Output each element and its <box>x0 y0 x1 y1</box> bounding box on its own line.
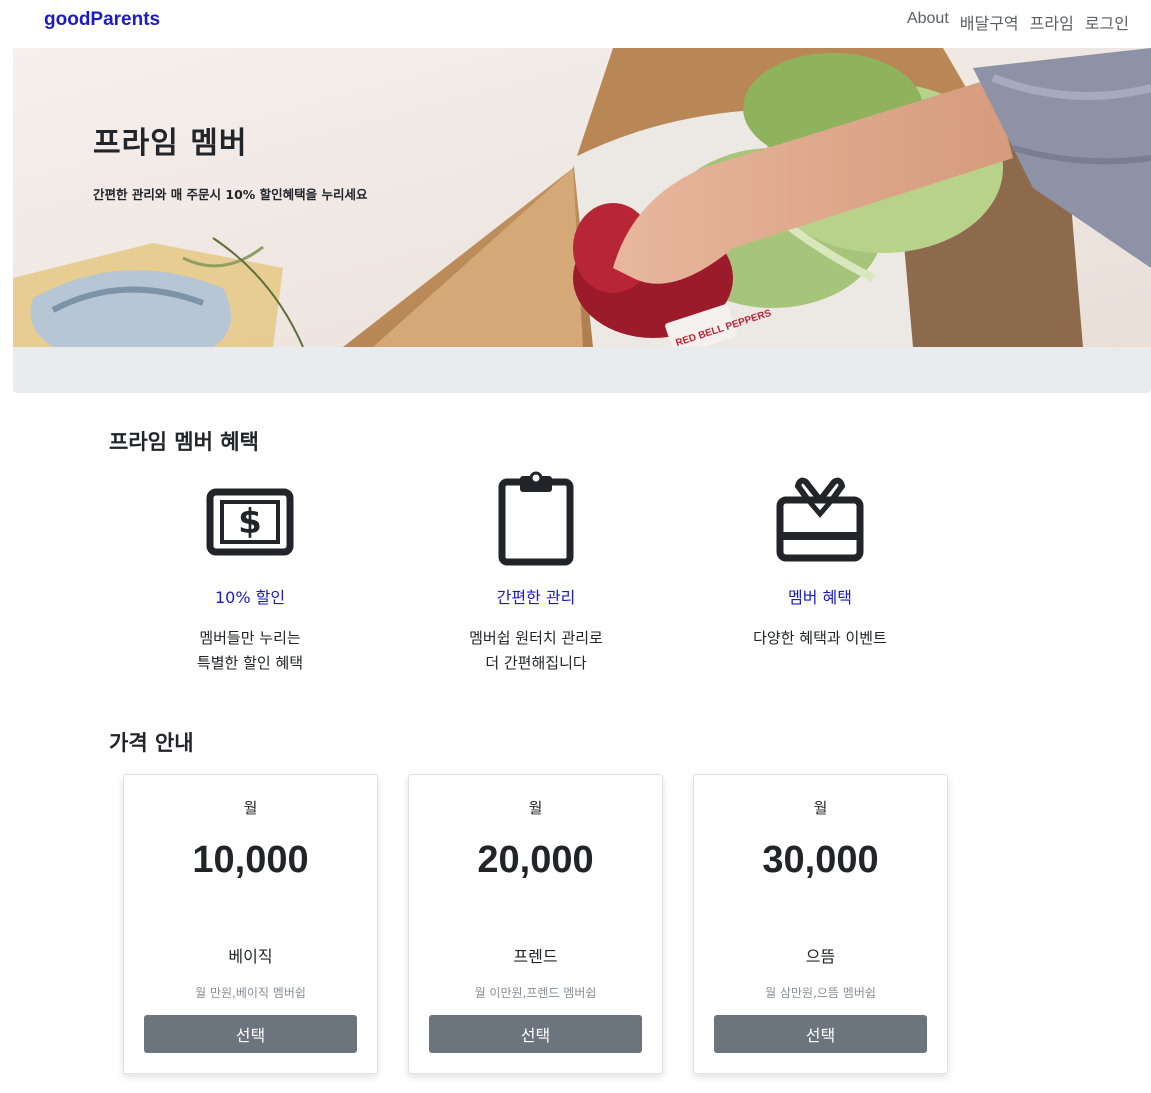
plan-period: 월 <box>243 799 258 817</box>
clipboard-icon <box>498 471 574 566</box>
plan-name: 으뜸 <box>805 947 836 966</box>
brand-logo[interactable]: goodParents <box>44 9 160 31</box>
select-premium-button[interactable]: 선택 <box>714 1015 927 1053</box>
gift-card-icon <box>776 477 864 562</box>
hero-jumbotron: RED BELL PEPPERS 프라임 멤버 간편한 관리와 매 주문시 10… <box>13 48 1151 393</box>
plan-price: 10,000 <box>192 839 309 881</box>
hero-title: 프라임 멤버 <box>93 126 248 161</box>
svg-text:$: $ <box>238 502 262 542</box>
select-basic-button[interactable]: 선택 <box>144 1015 357 1053</box>
pricing-card-friend: 월 20,000 프렌드 월 이만원,프렌드 멤버쉽 선택 <box>408 774 663 1074</box>
select-friend-button[interactable]: 선택 <box>429 1015 642 1053</box>
nav-link-login[interactable]: 로그인 <box>1085 10 1129 34</box>
pricing-card-premium: 월 30,000 으뜸 월 삼만원,으뜸 멤버쉽 선택 <box>693 774 948 1074</box>
plan-name: 프렌드 <box>513 947 558 966</box>
nav-link-delivery-area[interactable]: 배달구역 <box>960 10 1019 34</box>
benefit-title: 간편한 관리 <box>496 588 576 607</box>
benefits-section-title: 프라임 멤버 혜택 <box>109 430 259 454</box>
nav-link-about[interactable]: About <box>907 10 949 34</box>
benefit-desc: 멤버쉽 원터치 관리로 더 간편해집니다 <box>469 629 603 672</box>
plan-name: 베이직 <box>228 947 273 966</box>
benefit-member: 멤버 혜택 다양한 혜택과 이벤트 <box>670 470 970 651</box>
pricing-section-title: 가격 안내 <box>109 731 194 755</box>
plan-period: 월 <box>813 799 828 817</box>
plan-price: 20,000 <box>477 839 594 881</box>
plan-note: 월 삼만원,으뜸 멤버쉽 <box>765 986 876 1000</box>
plan-price: 30,000 <box>762 839 879 881</box>
navbar: goodParents About 배달구역 프라임 로그인 <box>0 0 1151 45</box>
hero-subtitle: 간편한 관리와 매 주문시 10% 할인혜택을 누리세요 <box>93 187 368 202</box>
plan-note: 월 이만원,프렌드 멤버쉽 <box>474 986 597 1000</box>
dollar-card-icon: $ <box>206 488 294 556</box>
hero-text: 프라임 멤버 간편한 관리와 매 주문시 10% 할인혜택을 누리세요 <box>93 118 368 203</box>
benefit-title: 멤버 혜택 <box>788 588 852 607</box>
benefit-desc: 다양한 혜택과 이벤트 <box>753 629 887 647</box>
benefit-management: 간편한 관리 멤버쉽 원터치 관리로 더 간편해집니다 <box>386 470 686 676</box>
nav-links: About 배달구역 프라임 로그인 <box>907 10 1129 34</box>
pricing-card-basic: 월 10,000 베이직 월 만원,베이직 멤버쉽 선택 <box>123 774 378 1074</box>
benefit-title: 10% 할인 <box>214 588 286 607</box>
plan-period: 월 <box>528 799 543 817</box>
plan-note: 월 만원,베이직 멤버쉽 <box>195 986 306 1000</box>
benefit-discount: $ 10% 할인 멤버들만 누리는 특별한 할인 혜택 <box>100 470 400 676</box>
benefit-desc: 멤버들만 누리는 특별한 할인 혜택 <box>196 629 304 672</box>
nav-link-prime[interactable]: 프라임 <box>1030 10 1074 34</box>
